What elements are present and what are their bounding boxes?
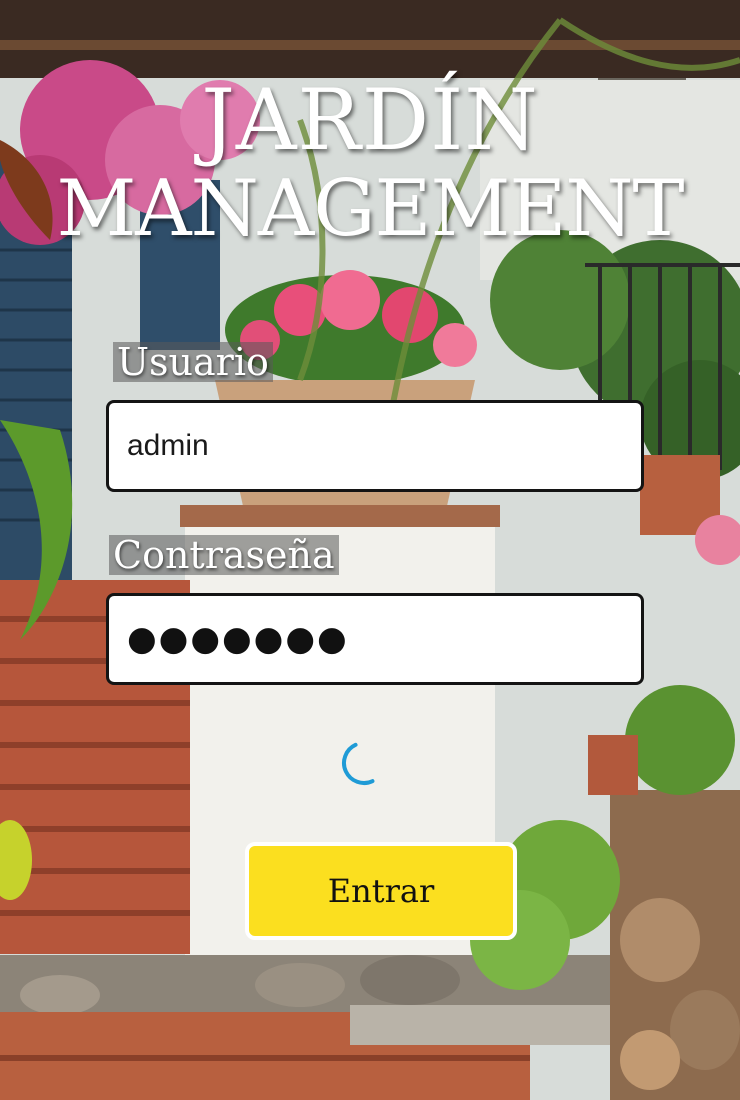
password-label: Contraseña (109, 535, 339, 575)
password-field[interactable]: ●●●●●●● (106, 593, 644, 685)
app-title-line1: JARDÍN (201, 71, 539, 169)
username-input[interactable] (109, 403, 641, 489)
app-title: JARDÍN MANAGEMENT (0, 78, 740, 248)
username-field-wrapper (106, 400, 644, 492)
loading-spinner-icon (338, 737, 390, 789)
password-mask: ●●●●●●● (127, 619, 349, 659)
login-button[interactable]: Entrar (245, 842, 517, 940)
username-label: Usuario (113, 342, 273, 382)
app-title-line2: MANAGEMENT (56, 164, 684, 254)
